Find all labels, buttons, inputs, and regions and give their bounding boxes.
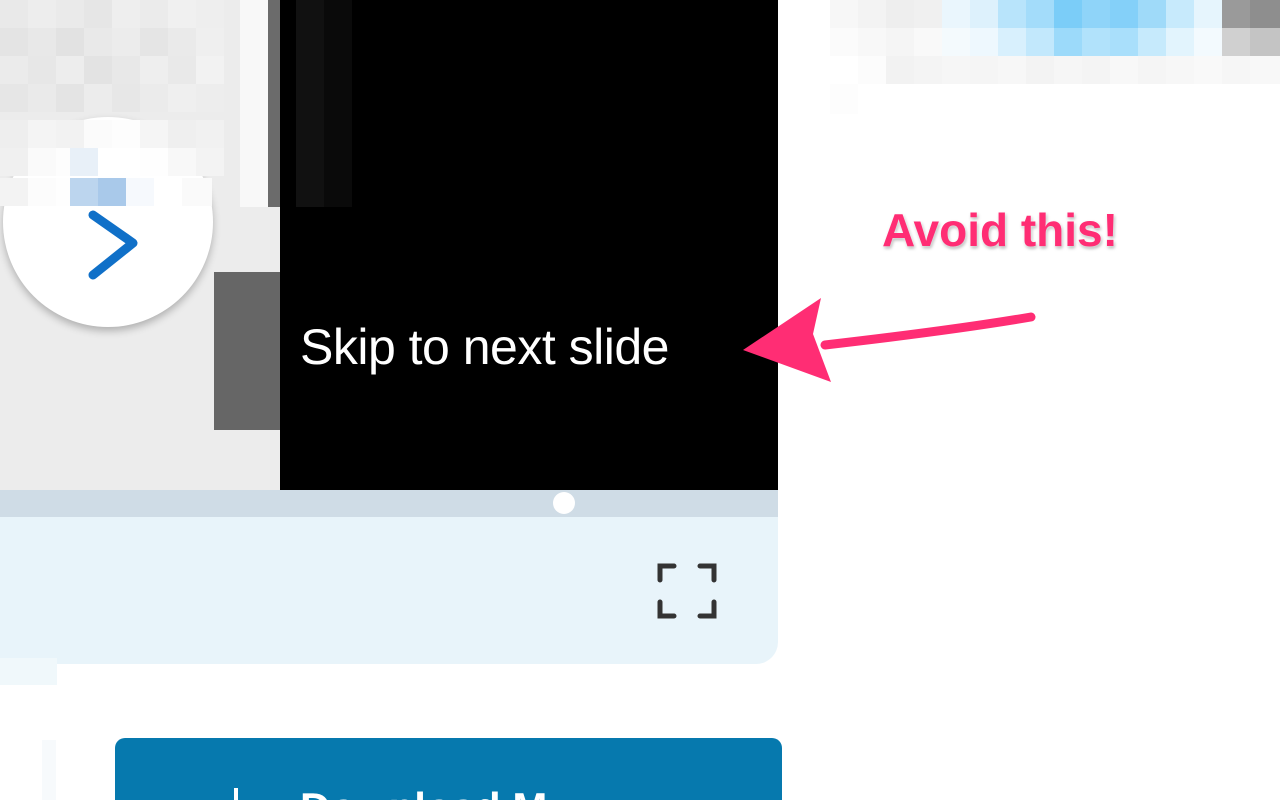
download-icon <box>234 788 238 800</box>
page-edge-fragment <box>0 658 57 685</box>
next-slide-tooltip: Skip to next slide <box>300 319 669 375</box>
page-edge-fragment-2 <box>42 740 56 800</box>
chevron-right-icon <box>88 210 138 280</box>
download-button[interactable]: Download M <box>115 738 782 800</box>
slide-edge-dark-2 <box>296 0 324 207</box>
slide-edge-dark-3 <box>324 0 352 207</box>
annotation-label: Avoid this! <box>882 204 1118 256</box>
slide-edge <box>240 0 268 207</box>
tooltip-pointer-block <box>214 272 280 430</box>
slide-content-dark <box>280 0 778 490</box>
fullscreen-button[interactable] <box>652 558 722 624</box>
fullscreen-icon <box>657 563 717 619</box>
arrow-left-icon <box>743 298 1036 382</box>
slide-progress-handle[interactable] <box>553 492 575 514</box>
slide-progress-bar[interactable] <box>0 490 778 517</box>
download-button-label: Download M <box>300 784 547 800</box>
